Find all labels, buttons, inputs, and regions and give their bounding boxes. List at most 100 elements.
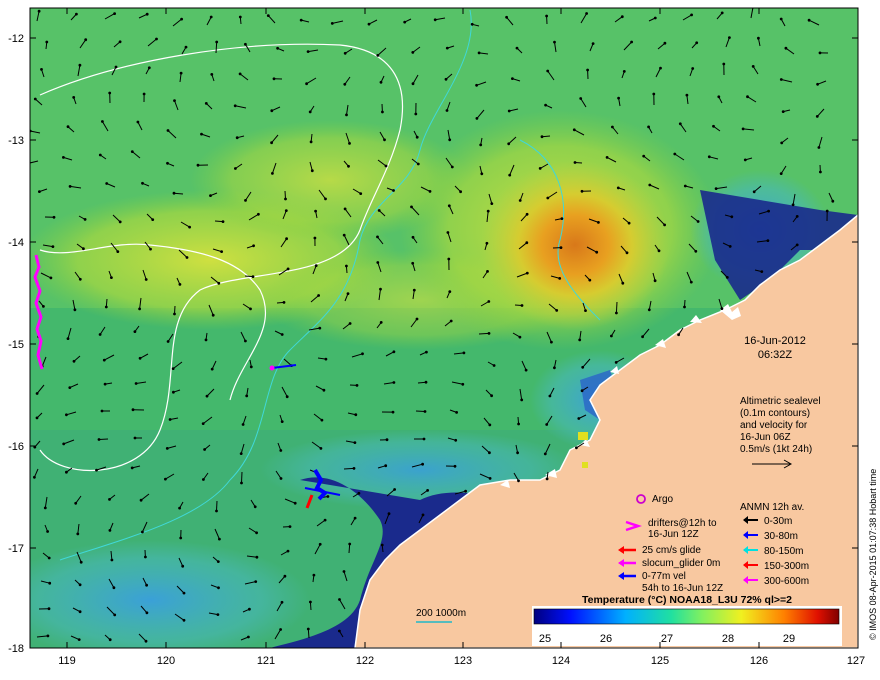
velocity-arrow-head <box>657 249 661 253</box>
velocity-arrow-head <box>76 532 80 536</box>
velocity-arrow-head <box>392 381 396 384</box>
svg-text:(0.1m contours): (0.1m contours) <box>740 408 810 419</box>
velocity-arrow-head <box>486 209 490 213</box>
velocity-arrow-head <box>348 322 352 325</box>
velocity-arrow-head <box>210 367 214 371</box>
velocity-arrow-head <box>133 436 137 440</box>
velocity-arrow-head <box>211 313 215 317</box>
velocity-arrow-head <box>168 418 172 421</box>
velocity-arrow-head <box>760 270 764 273</box>
velocity-arrow-head <box>559 246 563 250</box>
velocity-arrow-head <box>490 394 493 398</box>
velocity-arrow-head <box>416 162 420 166</box>
velocity-arrow-head <box>285 395 289 399</box>
velocity-arrow-head <box>383 138 386 142</box>
velocity-arrow-head <box>171 367 175 370</box>
velocity-arrow-head <box>249 365 253 369</box>
velocity-arrow-head <box>247 635 250 639</box>
y-tick-label: -14 <box>8 237 24 249</box>
velocity-arrow-head <box>270 109 274 113</box>
velocity-arrow-head <box>66 125 70 129</box>
velocity-arrow-head <box>384 164 388 168</box>
velocity-arrow-head <box>648 183 652 187</box>
velocity-arrow-head <box>376 261 380 264</box>
velocity-arrow-head <box>47 556 51 560</box>
velocity-arrow-head <box>209 15 213 19</box>
velocity-arrow-head <box>588 278 592 282</box>
velocity-arrow-head <box>280 600 284 604</box>
velocity-arrow-head <box>414 112 418 116</box>
velocity-arrow-head <box>102 358 106 362</box>
velocity-arrow-head <box>286 549 290 553</box>
velocity-arrow-head <box>555 309 559 312</box>
velocity-arrow-head <box>487 300 491 303</box>
date-time: 06:32Z <box>758 349 793 361</box>
velocity-arrow-head <box>238 15 242 19</box>
velocity-arrow-head <box>324 197 327 201</box>
svg-text:0.5m/s (1kt 24h): 0.5m/s (1kt 24h) <box>740 444 812 455</box>
date-day: 16-Jun-2012 <box>744 335 806 347</box>
velocity-arrow-head <box>411 261 415 265</box>
velocity-arrow-head <box>410 205 413 209</box>
velocity-arrow-head <box>379 287 382 291</box>
velocity-arrow-head <box>284 197 287 201</box>
velocity-arrow-head <box>72 359 76 363</box>
velocity-arrow-head <box>144 639 148 643</box>
x-tick-label: 119 <box>58 655 76 667</box>
velocity-arrow-head <box>767 209 770 213</box>
velocity-arrow-head <box>791 203 795 207</box>
velocity-arrow-head <box>538 167 542 170</box>
velocity-arrow-head <box>422 437 426 441</box>
velocity-arrow-head <box>317 294 320 297</box>
velocity-arrow-head <box>766 239 770 243</box>
velocity-arrow-head <box>577 417 581 420</box>
velocity-arrow-head <box>477 51 481 55</box>
velocity-arrow-head <box>446 231 450 234</box>
velocity-arrow-head <box>779 78 783 81</box>
velocity-arrow-head <box>145 611 149 615</box>
velocity-arrow-head <box>546 69 550 73</box>
svg-text:80-150m: 80-150m <box>764 546 803 557</box>
velocity-arrow-head <box>411 82 415 86</box>
velocity-arrow-head <box>233 104 237 108</box>
velocity-arrow-head <box>345 113 348 117</box>
velocity-arrow-head <box>642 154 646 158</box>
velocity-arrow-head <box>627 221 631 225</box>
velocity-arrow-head <box>72 96 76 99</box>
velocity-arrow-head <box>412 288 416 292</box>
velocity-arrow-head <box>540 135 544 139</box>
velocity-arrow-head <box>550 340 553 344</box>
velocity-arrow-head <box>728 245 732 248</box>
velocity-arrow-head <box>280 333 284 336</box>
velocity-arrow-head <box>338 598 341 601</box>
velocity-arrow-head <box>520 398 524 402</box>
velocity-arrow-head <box>717 95 721 99</box>
velocity-arrow-head <box>42 305 45 308</box>
velocity-arrow-head <box>346 292 350 295</box>
velocity-arrow-head <box>652 92 656 96</box>
velocity-arrow-head <box>52 215 56 219</box>
x-tick-label: 123 <box>454 655 472 667</box>
velocity-arrow <box>215 41 218 54</box>
velocity-arrow-head <box>728 36 731 39</box>
velocity-arrow <box>241 471 243 484</box>
colorbar-tick: 25 <box>539 633 551 645</box>
velocity-arrow-head <box>343 51 347 55</box>
velocity-arrow-head <box>47 607 51 611</box>
velocity-arrow-head <box>282 301 286 304</box>
velocity-arrow-head <box>147 66 151 70</box>
velocity-arrow-head <box>581 365 585 369</box>
velocity-arrow-head <box>244 42 247 46</box>
velocity-arrow-head <box>622 70 626 73</box>
velocity-arrow-head <box>342 570 346 573</box>
velocity-arrow-head <box>720 307 724 310</box>
velocity-arrow-head <box>113 12 116 16</box>
velocity-arrow-head <box>347 164 350 168</box>
velocity-arrow-head <box>381 110 384 114</box>
velocity-arrow-head <box>415 135 419 139</box>
velocity-arrow-head <box>35 416 39 420</box>
velocity-arrow-head <box>95 468 98 472</box>
velocity-arrow-head <box>545 423 549 426</box>
velocity-arrow-head <box>184 45 188 49</box>
velocity-arrow-head <box>722 62 726 66</box>
